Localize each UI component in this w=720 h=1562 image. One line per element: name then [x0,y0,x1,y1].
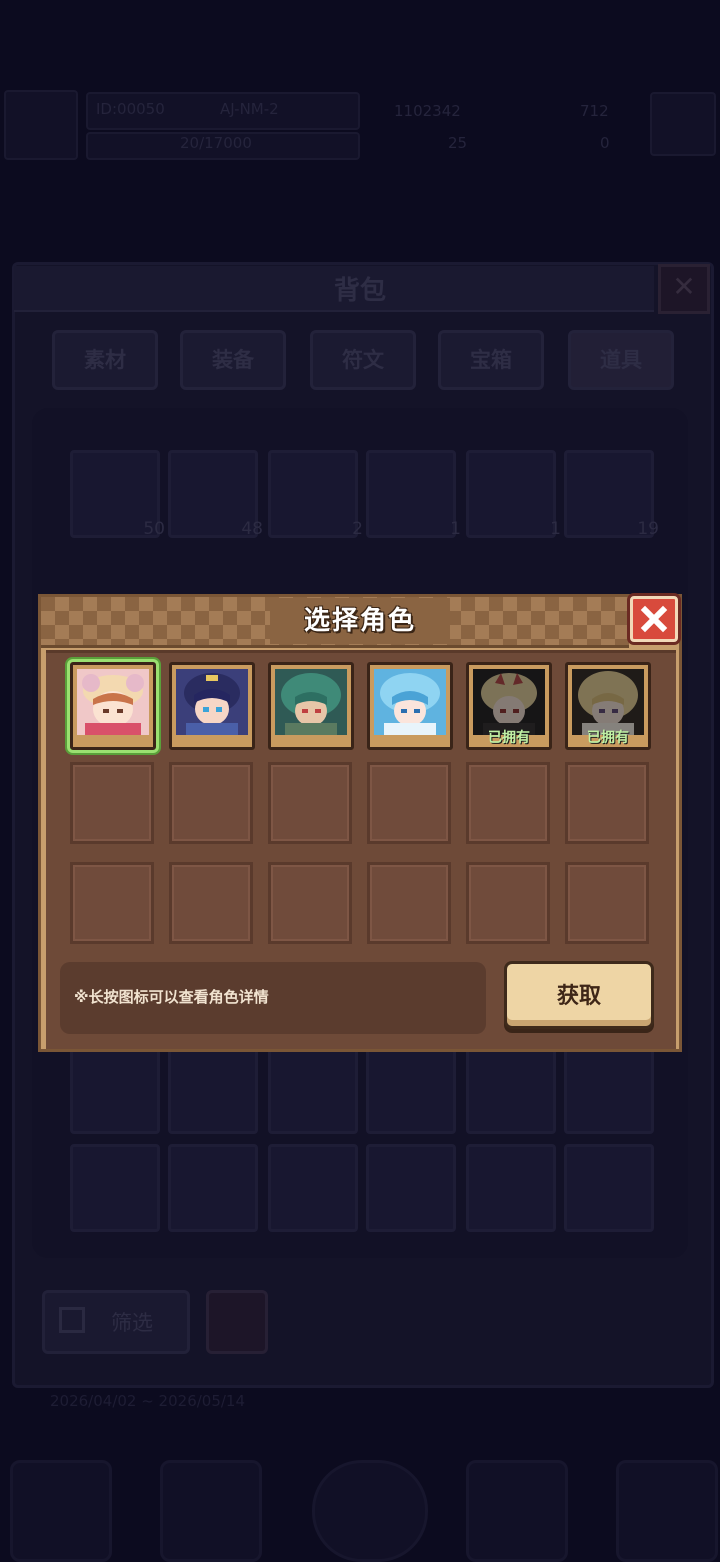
nav-button [312,1460,428,1562]
nav-button [10,1460,112,1562]
empty-slot [169,862,253,944]
empty-slot [70,862,154,944]
bag-item-slot [70,1144,160,1232]
bag-item-slot: 1 [466,450,561,539]
gem-value: 712 [580,102,609,120]
bag-item-slot [168,1144,258,1232]
empty-slot [268,762,352,844]
empty-slot [70,762,154,844]
get-button[interactable]: 获取 [504,961,654,1029]
stamina-text: 20/17000 [180,134,252,152]
character-portrait [473,669,545,735]
empty-slot [367,762,451,844]
tab-chests: 宝箱 [438,330,544,390]
bag-title: 背包 [333,276,386,306]
tab-items: 道具 [568,330,674,390]
tab-materials: 素材 [52,330,158,390]
bag-item-slot [366,1144,456,1232]
nav-button [160,1460,262,1562]
tab-runes: 符文 [310,330,416,390]
bag-item-slot [564,1144,654,1232]
empty-slot [466,762,550,844]
character-portrait [176,669,248,735]
dialog-title: 选择角色 [303,606,416,636]
close-button[interactable] [630,596,678,642]
filter-button: 筛选 [42,1290,190,1354]
bag-item-slot [564,1046,654,1134]
nav-button [616,1460,718,1562]
bag-close-icon: ✕ [658,264,710,314]
player-id-text: ID:00050 [96,100,165,118]
empty-slot [565,862,649,944]
character-slot-6[interactable]: 已拥有 [565,662,651,750]
gold-value: 1102342 [394,102,461,120]
character-slot-3[interactable] [268,662,354,750]
bag-item-slot [268,1144,358,1232]
owned-label: 已拥有 [488,730,530,746]
character-portrait [77,669,149,735]
character-portrait [275,669,347,735]
bag-item-slot [70,1046,160,1134]
settings-button [650,92,716,156]
tab-equipment: 装备 [180,330,286,390]
character-slot-5[interactable]: 已拥有 [466,662,552,750]
owned-label: 已拥有 [587,730,629,746]
bag-item-slot: 1 [366,450,461,539]
bag-item-slot [366,1046,456,1134]
bag-item-slot: 50 [70,450,165,539]
character-portrait [572,669,644,735]
bag-item-slot [466,1144,556,1232]
grid-icon [59,1307,85,1333]
empty-slot [268,862,352,944]
ticket-value: 0 [600,134,610,152]
hint-text: ※长按图标可以查看角色详情 [74,988,269,1006]
character-slot-1[interactable] [70,662,156,750]
character-portrait [374,669,446,735]
bag-item-slot [466,1046,556,1134]
empty-slot [565,762,649,844]
date-range: 2026/04/02 ~ 2026/05/14 [50,1392,246,1410]
version-text: AJ-NM-2 [220,100,279,118]
close-icon [640,605,668,633]
filter-label: 筛选 [111,1311,153,1335]
bag-item-slot [168,1046,258,1134]
refresh-icon [206,1290,268,1354]
bag-item-slot [268,1046,358,1134]
character-slot-2[interactable] [169,662,255,750]
bag-item-slot: 19 [564,450,659,539]
resource-topbar: ID:00050 AJ-NM-2 20/17000 1102342 712 25… [0,88,720,160]
get-button-label: 获取 [556,984,601,1009]
nav-button [466,1460,568,1562]
character-slot-4[interactable] [367,662,453,750]
bag-item-slot: 48 [168,450,263,539]
avatar [4,90,78,160]
empty-slot [466,862,550,944]
bag-item-slot: 2 [268,450,363,539]
empty-slot [367,862,451,944]
key-value: 25 [448,134,468,152]
empty-slot [169,762,253,844]
